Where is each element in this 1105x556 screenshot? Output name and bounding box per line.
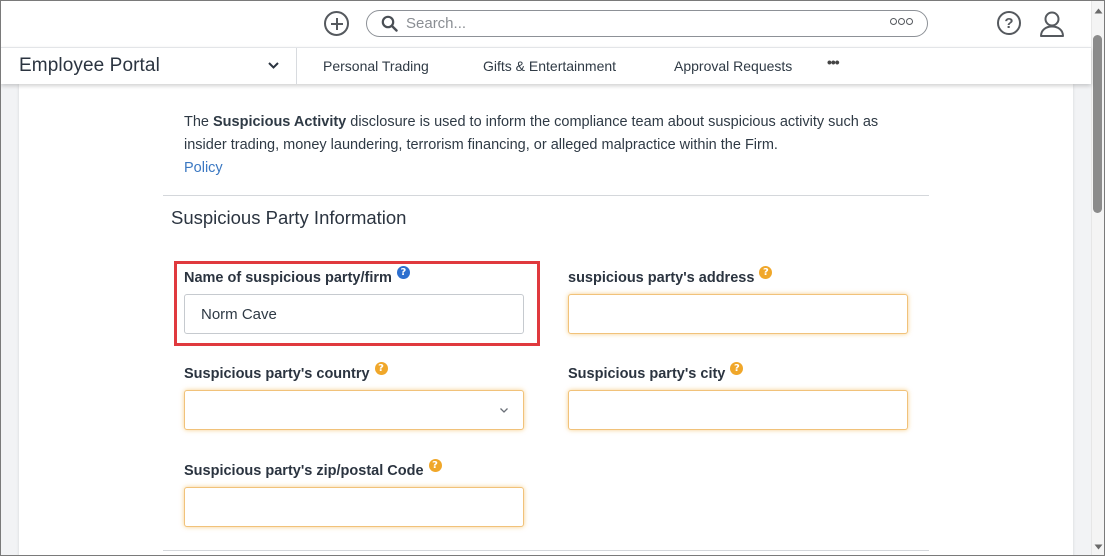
country-select[interactable] xyxy=(184,390,524,430)
search-options-icon[interactable] xyxy=(890,18,913,25)
zip-field-label: Suspicious party's zip/postal Code? xyxy=(184,459,442,479)
address-input[interactable] xyxy=(568,294,908,334)
tab-personal-trading[interactable]: Personal Trading xyxy=(323,58,429,74)
divider xyxy=(163,195,929,196)
help-icon[interactable]: ? xyxy=(997,11,1021,35)
nav-bar: Employee Portal Personal Trading Gifts &… xyxy=(1,47,1091,84)
add-icon[interactable] xyxy=(324,11,349,36)
country-field-label: Suspicious party's country? xyxy=(184,362,388,382)
search-input[interactable] xyxy=(406,15,866,32)
intro-prefix: The xyxy=(184,114,214,130)
policy-link[interactable]: Policy xyxy=(184,157,223,180)
divider xyxy=(163,550,929,551)
tab-gifts-entertainment[interactable]: Gifts & Entertainment xyxy=(483,58,616,74)
portal-title: Employee Portal xyxy=(19,55,160,76)
tab-approval-requests[interactable]: Approval Requests xyxy=(674,58,792,74)
zip-postal-code-input[interactable] xyxy=(184,487,524,527)
city-label-text: Suspicious party's city xyxy=(568,366,726,382)
zip-label-text: Suspicious party's zip/postal Code xyxy=(184,463,424,479)
help-circle-icon[interactable]: ? xyxy=(374,362,388,375)
search-icon xyxy=(381,15,398,32)
help-circle-icon[interactable]: ? xyxy=(428,459,442,472)
scroll-down-icon[interactable] xyxy=(1094,543,1103,551)
nav-more-icon[interactable]: ••• xyxy=(827,54,840,70)
chevron-down-icon xyxy=(500,408,508,413)
user-icon[interactable] xyxy=(1039,10,1065,38)
section-title: Suspicious Party Information xyxy=(171,207,407,228)
address-field-label: suspicious party's address? xyxy=(568,266,773,286)
search-bar[interactable] xyxy=(366,10,928,37)
scrollbar-thumb[interactable] xyxy=(1093,35,1102,213)
address-label-text: suspicious party's address xyxy=(568,270,755,286)
disclosure-description: The Suspicious Activity disclosure is us… xyxy=(184,111,914,180)
app-window: ? Employee Portal Personal Trading Gifts… xyxy=(0,0,1105,556)
chevron-down-icon xyxy=(268,62,279,69)
highlight-annotation xyxy=(174,261,540,346)
top-bar: ? xyxy=(1,1,1091,47)
portal-selector[interactable]: Employee Portal xyxy=(1,48,297,84)
help-circle-icon[interactable]: ? xyxy=(730,362,744,375)
help-circle-icon[interactable]: ? xyxy=(759,266,773,279)
scroll-up-icon[interactable] xyxy=(1094,7,1103,15)
city-field-label: Suspicious party's city? xyxy=(568,362,744,382)
country-label-text: Suspicious party's country xyxy=(184,366,370,382)
intro-bold: Suspicious Activity xyxy=(213,114,347,130)
city-input[interactable] xyxy=(568,390,908,430)
